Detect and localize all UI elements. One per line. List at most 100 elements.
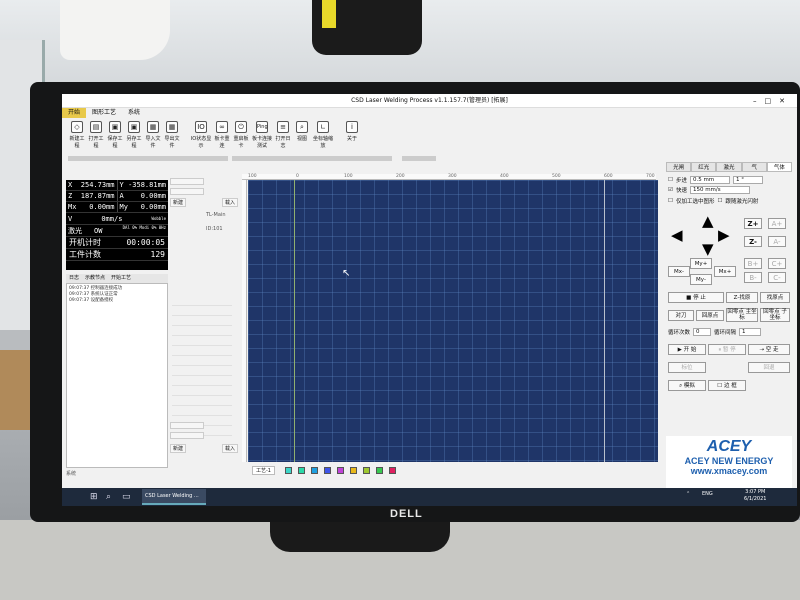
align-button[interactable]: 对刀 bbox=[668, 310, 694, 321]
z-plus-button[interactable]: Z+ bbox=[744, 218, 762, 229]
c-plus-button[interactable]: C+ bbox=[768, 258, 786, 269]
save-as-button[interactable]: ▣ 另存工程 bbox=[125, 118, 143, 156]
log-footer: 系统 bbox=[66, 471, 77, 477]
z-home-button[interactable]: Z-找原 bbox=[726, 292, 758, 303]
loop-count-input[interactable]: 0 bbox=[693, 328, 712, 336]
color-swatch[interactable] bbox=[298, 466, 305, 474]
count-label: 工件计数 bbox=[69, 250, 101, 259]
start-button[interactable]: ▶ 开 始 bbox=[668, 344, 706, 355]
color-swatch[interactable] bbox=[285, 466, 292, 474]
z-minus-button[interactable]: Z- bbox=[744, 236, 762, 247]
maximize-button[interactable]: □ bbox=[765, 97, 780, 105]
program-field[interactable] bbox=[170, 422, 204, 429]
dry-run-button[interactable]: ⇢ 空 走 bbox=[748, 344, 790, 355]
c-minus-button[interactable]: C- bbox=[768, 272, 786, 283]
tab-laser[interactable]: 激光 bbox=[716, 162, 742, 172]
color-swatch[interactable] bbox=[350, 466, 357, 474]
about-icon: i bbox=[346, 121, 358, 133]
close-button[interactable]: ✕ bbox=[779, 97, 793, 105]
a-plus-button[interactable]: A+ bbox=[768, 218, 786, 229]
mx-minus-button[interactable]: Mx- bbox=[668, 266, 690, 277]
menu-graphics[interactable]: 图形工艺 bbox=[86, 108, 122, 118]
b-plus-button[interactable]: B+ bbox=[744, 258, 762, 269]
stop-button[interactable]: ■ 停 止 bbox=[668, 292, 724, 303]
menu-system[interactable]: 系统 bbox=[122, 108, 146, 118]
tab-process[interactable]: 开始工艺 bbox=[108, 275, 134, 281]
open-project-button[interactable]: ▤ 打开工程 bbox=[87, 118, 105, 156]
arrow-down-icon[interactable]: ▼ bbox=[702, 242, 714, 257]
fast-input[interactable]: 150 mm/s bbox=[689, 186, 750, 194]
selected-only-checkbox[interactable]: ☐ bbox=[668, 198, 673, 204]
axis-scale-button[interactable]: ∟ 坐标轴缩放 bbox=[312, 118, 334, 156]
tab-red-light[interactable]: 红光 bbox=[691, 162, 717, 172]
laser-state: OW bbox=[94, 227, 103, 235]
mark-button[interactable]: 标位 bbox=[668, 362, 706, 373]
step-input[interactable]: 0.5 mm bbox=[689, 176, 730, 184]
new-button-2[interactable]: 新建 bbox=[170, 444, 186, 453]
find-origin-button[interactable]: 找原点 bbox=[760, 292, 790, 303]
reconnect-icon: ∞ bbox=[216, 121, 228, 133]
load-button[interactable]: 载入 bbox=[222, 198, 238, 207]
tab-air[interactable]: 气 bbox=[741, 162, 767, 172]
new-button[interactable]: 新建 bbox=[170, 198, 186, 207]
program-field[interactable] bbox=[170, 188, 204, 195]
pause-button[interactable]: ⏸ 暂 停 bbox=[708, 344, 746, 355]
reconnect-button[interactable]: ∞ 板卡重连 bbox=[213, 118, 231, 156]
windows-start-icon[interactable]: ⊞ bbox=[90, 492, 98, 502]
color-swatch[interactable] bbox=[376, 466, 383, 474]
mx-plus-button[interactable]: Mx+ bbox=[714, 266, 736, 277]
io-status-button[interactable]: IO IO状态显示 bbox=[190, 118, 212, 156]
menu-start[interactable]: 开始 bbox=[62, 108, 87, 118]
save-project-button[interactable]: ▣ 保存工程 bbox=[106, 118, 124, 156]
tab-gas[interactable]: 气体 bbox=[766, 162, 793, 172]
color-swatch[interactable] bbox=[324, 466, 331, 474]
step-angle-input[interactable]: 1 ° bbox=[732, 176, 763, 184]
loop-interval-input[interactable]: 1 bbox=[739, 328, 762, 336]
arrow-left-icon[interactable]: ◀ bbox=[671, 228, 683, 243]
border-button[interactable]: ☐ 边 框 bbox=[708, 380, 746, 391]
color-swatch[interactable] bbox=[337, 466, 344, 474]
minimize-button[interactable]: – bbox=[753, 97, 765, 105]
taskbar: ⊞ ⌕ ▭ CSD Laser Welding ... ⌃ ENG 3:07 P… bbox=[62, 488, 797, 506]
my-label: My bbox=[119, 203, 128, 211]
search-icon[interactable]: ⌕ bbox=[106, 492, 111, 502]
program-field[interactable] bbox=[170, 178, 204, 185]
craft-layer-button[interactable]: 工艺-1 bbox=[252, 465, 275, 475]
taskbar-app-button[interactable]: CSD Laser Welding ... bbox=[142, 489, 206, 505]
load-button-2[interactable]: 载入 bbox=[222, 444, 238, 453]
import-button[interactable]: ▦ 导入文件 bbox=[144, 118, 162, 156]
back-button[interactable]: 回退 bbox=[748, 362, 790, 373]
log-button[interactable]: ≡ 打开日志 bbox=[274, 118, 292, 156]
lang-indicator[interactable]: ENG bbox=[702, 491, 713, 497]
program-list[interactable] bbox=[172, 296, 232, 436]
ping-button[interactable]: Ping 板卡连接测试 bbox=[251, 118, 273, 156]
my-minus-button[interactable]: My- bbox=[690, 274, 712, 285]
home-main-button[interactable]: 回零点 主坐标 bbox=[726, 308, 758, 322]
export-button[interactable]: ▦ 导出文件 bbox=[163, 118, 181, 156]
home-sub-button[interactable]: 回零点 子坐标 bbox=[760, 308, 790, 322]
my-plus-button[interactable]: My+ bbox=[690, 258, 712, 269]
arrow-right-icon[interactable]: ▶ bbox=[718, 228, 730, 243]
view-button[interactable]: ⌕ 视图 bbox=[293, 118, 311, 156]
restart-button[interactable]: ⏻ 重启板卡 bbox=[232, 118, 250, 156]
new-project-button[interactable]: ◇ 新建工程 bbox=[68, 118, 86, 156]
a-minus-button[interactable]: A- bbox=[768, 236, 786, 247]
color-swatch[interactable] bbox=[389, 466, 396, 474]
tab-log[interactable]: 日志 bbox=[66, 275, 82, 281]
tray-arrow-icon[interactable]: ⌃ bbox=[686, 491, 690, 497]
tab-shutter[interactable]: 光闸 bbox=[666, 162, 692, 172]
program-field[interactable] bbox=[170, 432, 204, 439]
color-swatch[interactable] bbox=[363, 466, 370, 474]
b-minus-button[interactable]: B- bbox=[744, 272, 762, 283]
simulate-button[interactable]: ⌕ 模拟 bbox=[668, 380, 706, 391]
back-origin-button[interactable]: 回原点 bbox=[696, 310, 724, 321]
follow-laser-checkbox[interactable]: ☐ bbox=[717, 198, 722, 204]
folder-icon[interactable]: ▭ bbox=[122, 492, 131, 502]
drawing-canvas[interactable]: ↖ bbox=[248, 180, 658, 462]
about-button[interactable]: i 关于 bbox=[343, 118, 361, 156]
layer-bar: 工艺-1 bbox=[248, 464, 658, 476]
arrow-up-icon[interactable]: ▲ bbox=[702, 214, 714, 229]
color-swatch[interactable] bbox=[311, 466, 318, 474]
tab-teach[interactable]: 示教节点 bbox=[82, 275, 108, 281]
clock[interactable]: 3:07 PM 6/1/2021 bbox=[744, 489, 766, 503]
